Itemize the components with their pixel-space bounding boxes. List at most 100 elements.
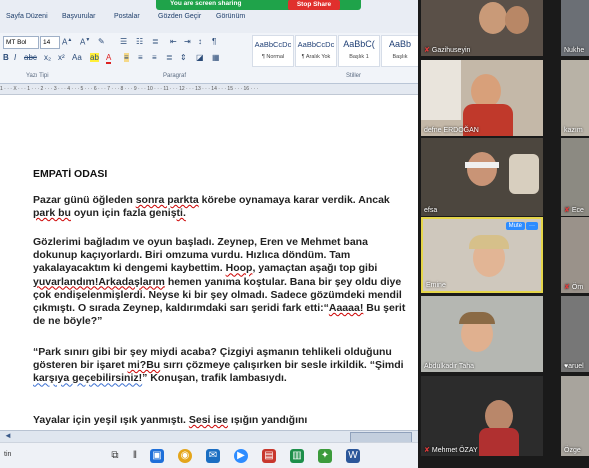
font-name-value: MT Bol <box>6 39 27 46</box>
font-size-select[interactable]: 14 <box>40 36 60 49</box>
mute-button[interactable]: Mute <box>505 222 525 230</box>
line-spacing-icon[interactable]: ⇕ <box>180 53 187 62</box>
font-name-select[interactable]: MT Bol <box>3 36 39 49</box>
zoom-gallery: ✘ Gazihuseyin Nukhe defne ERDOĞAN kazım e… <box>418 0 589 468</box>
text-run: Pazar günü öğleden <box>33 194 136 206</box>
font-size-value: 14 <box>43 39 51 46</box>
shading-icon[interactable]: ◪ <box>196 53 204 62</box>
grow-font-icon[interactable]: A▲ <box>62 37 72 47</box>
participant-tile[interactable]: defne ERDOĞAN <box>421 60 543 136</box>
italic-icon[interactable]: I <box>14 53 16 62</box>
text-run: , yamaçtan aşağı top gibi <box>252 262 378 275</box>
task-view-icon[interactable]: ⧉ <box>108 449 122 463</box>
numbering-icon[interactable]: ☷ <box>136 37 143 46</box>
participant-tile[interactable]: ✘ Öm <box>561 217 589 293</box>
align-right-icon[interactable]: ≡ <box>152 53 157 62</box>
text-run: oyun için fazla geniş <box>70 207 177 220</box>
decrease-indent-icon[interactable]: ⇤ <box>170 37 177 46</box>
muted-mic-icon: ✘ <box>564 284 570 291</box>
align-center-icon[interactable]: ≡ <box>138 53 143 62</box>
style-sample: AaBb <box>388 39 412 49</box>
sort-icon[interactable]: ↕ <box>198 37 202 46</box>
highlight-icon[interactable]: ab <box>90 53 99 62</box>
style-heading-1[interactable]: AaBbC( Başlık 1 <box>338 35 380 67</box>
tab-references[interactable]: Başvurular <box>62 13 95 20</box>
group-label-paragraph: Paragraf <box>163 73 187 79</box>
explorer-icon[interactable]: ▣ <box>150 449 164 463</box>
paragraph-2: Gözlerimi bağladım ve oyun başladı. Zeyn… <box>33 236 413 328</box>
text-run: ışığın yandığını <box>227 414 308 426</box>
spellcheck-word: sonra parkta <box>135 194 199 206</box>
participant-name: ♥aruel <box>564 363 584 370</box>
style-no-spacing[interactable]: AaBbCcDc ¶ Aralık Yok <box>295 35 337 67</box>
mail-icon[interactable]: ✉ <box>206 449 220 463</box>
tab-view[interactable]: Görünüm <box>216 13 245 20</box>
more-options-button[interactable]: ··· <box>526 222 538 230</box>
text-run: sırrı çözmeye çalışırken bir sesle irkil… <box>160 359 404 372</box>
text-run: körebe oynamaya karar verdik. Ancak <box>198 194 390 206</box>
bold-icon[interactable]: B <box>3 53 9 62</box>
app-icon[interactable]: ✦ <box>318 449 332 463</box>
participant-tile[interactable]: Abdulkadir Taha <box>421 296 543 372</box>
tab-mailings[interactable]: Postalar <box>114 13 140 20</box>
text-run: ” Konuşan, trafik lambasıydı. <box>142 372 287 385</box>
spellcheck-word: Sesi ise <box>188 414 228 426</box>
style-name: ¶ Normal <box>261 54 285 60</box>
multilevel-list-icon[interactable]: ≣ <box>152 37 159 46</box>
group-label-styles: Stiller <box>346 73 362 79</box>
spellcheck-word: mi?Bu <box>127 359 161 372</box>
spellcheck-word: yuvarlandım!Arkadaşlarım <box>33 275 165 288</box>
borders-icon[interactable]: ▦ <box>212 53 220 62</box>
participant-name: kazım <box>564 127 583 134</box>
style-name: ¶ Aralık Yok <box>301 54 331 60</box>
taskbar: tin ⧉ ‖ ▣ ◉ ✉ ▶ ▤ ▥ ✦ W <box>0 442 418 468</box>
word-icon[interactable]: W <box>346 449 360 463</box>
style-title[interactable]: AaBb Başlık <box>381 35 418 67</box>
chrome-icon[interactable]: ◉ <box>178 449 192 463</box>
align-left-icon[interactable]: ≡ <box>124 53 129 62</box>
spellcheck-word: park bu <box>33 207 71 220</box>
media-icon[interactable]: ▤ <box>262 449 276 463</box>
participant-tile[interactable]: ✘ Ece <box>561 138 589 216</box>
show-marks-icon[interactable]: ¶ <box>212 37 216 46</box>
tab-review[interactable]: Gözden Geçir <box>158 13 201 20</box>
participant-tile[interactable]: ✘ Gazihuseyin <box>421 0 543 56</box>
participant-tile[interactable]: Nukhe <box>561 0 589 56</box>
spellcheck-word: Aaaaa! <box>328 302 364 315</box>
stop-share-label: Stop Share <box>296 1 332 8</box>
participant-name: Abdulkadir Taha <box>424 363 475 370</box>
subscript-icon[interactable]: x₂ <box>44 53 51 62</box>
justify-icon[interactable]: ≣ <box>166 53 173 62</box>
style-normal[interactable]: AaBbCcDc ¶ Normal <box>252 35 294 67</box>
participant-tile[interactable]: ♥aruel <box>561 296 589 372</box>
word-window: Sayfa Düzeni Başvurular Postalar Gözden … <box>0 0 418 468</box>
participant-name: Özge <box>564 447 581 454</box>
tab-page-layout[interactable]: Sayfa Düzeni <box>6 13 48 20</box>
widgets-icon[interactable]: ‖ <box>128 449 142 463</box>
increase-indent-icon[interactable]: ⇥ <box>184 37 191 46</box>
zoom-icon[interactable]: ▶ <box>234 449 248 463</box>
clear-format-icon[interactable]: ✎ <box>98 37 105 46</box>
ruler[interactable]: 1 · · · X · · · 1 · · · 2 · · · 3 · · · … <box>0 84 418 95</box>
document-title: EMPATİ ODASI <box>33 168 108 180</box>
strikethrough-icon[interactable]: abc <box>24 53 37 62</box>
style-name: Başlık <box>392 54 408 60</box>
font-color-icon[interactable]: A <box>106 53 112 64</box>
bullets-icon[interactable]: ☰ <box>120 37 127 46</box>
style-sample: AaBbCcDc <box>254 40 292 49</box>
document-page[interactable]: EMPATİ ODASI Pazar günü öğleden sonra pa… <box>0 95 418 430</box>
shrink-font-icon[interactable]: A▼ <box>80 37 90 47</box>
stop-share-button[interactable]: Stop Share <box>288 0 340 10</box>
muted-mic-icon: ✘ <box>564 207 570 214</box>
participant-tile[interactable]: Özge <box>561 376 589 456</box>
photos-icon[interactable]: ▥ <box>290 449 304 463</box>
participant-tile[interactable]: efsa <box>421 138 543 216</box>
participant-name: ✘ Gazihuseyin <box>424 47 471 54</box>
participant-tile-active[interactable]: Mute ··· Emine <box>421 217 543 293</box>
change-case-icon[interactable]: Aa <box>72 53 82 62</box>
grammar-check-word: karşıya geçebilirsiniz! <box>33 372 143 385</box>
participant-tile[interactable]: ✘ Mehmet ÖZAY <box>421 376 543 456</box>
participant-tile[interactable]: kazım <box>561 60 589 136</box>
superscript-icon[interactable]: x² <box>58 53 65 62</box>
scroll-left-icon[interactable]: ◄ <box>4 431 12 440</box>
